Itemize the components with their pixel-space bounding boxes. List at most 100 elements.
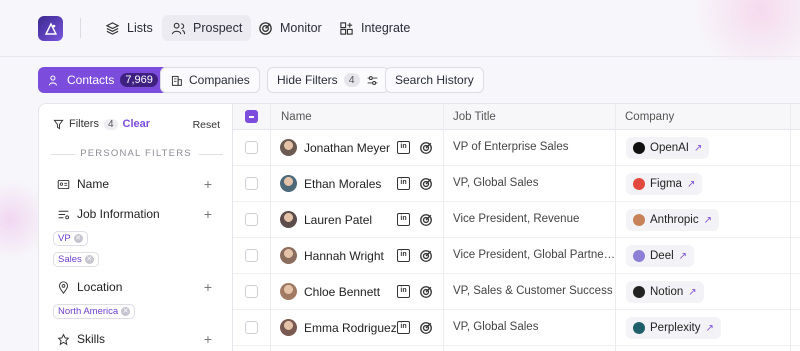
search-history-button[interactable]: Search History [385, 67, 484, 93]
external-link-icon[interactable]: ↗ [706, 323, 714, 334]
filter-chip[interactable]: Sales ✕ [53, 252, 99, 267]
row-checkbox[interactable] [245, 213, 258, 226]
filter-group-skills[interactable]: Skills [57, 332, 105, 346]
linkedin-icon[interactable]: in [397, 213, 410, 226]
column-header-job-title[interactable]: Job Title [453, 104, 496, 130]
pin-icon [58, 280, 69, 294]
nav-item-label: Integrate [361, 21, 411, 35]
filter-group-label: Skills [77, 332, 106, 346]
remove-chip-icon[interactable]: ✕ [121, 307, 131, 316]
list-icon [58, 210, 70, 219]
job-title: VP of Enterprise Sales [453, 141, 569, 153]
remove-chip-icon[interactable]: ✕ [84, 255, 94, 264]
row-checkbox[interactable] [245, 141, 258, 154]
avatar [280, 283, 297, 300]
company-name: Perplexity [650, 322, 701, 334]
stack-icon [105, 21, 120, 35]
select-all-checkbox[interactable] [245, 110, 258, 123]
column-header-name[interactable]: Name [281, 104, 312, 130]
company-logo-icon [633, 322, 645, 334]
company-name: OpenAI [650, 142, 689, 154]
add-filter-icon[interactable]: + [204, 176, 212, 192]
company-logo-icon [633, 178, 645, 190]
users-icon [171, 22, 186, 34]
remove-chip-icon[interactable]: ✕ [73, 234, 83, 243]
avatar [280, 319, 297, 336]
monitor-target-icon[interactable] [419, 249, 433, 263]
contacts-tab[interactable]: Contacts 7,969 [38, 67, 168, 93]
nav-item-monitor[interactable]: Monitor [249, 15, 331, 41]
company-name: Notion [650, 286, 684, 298]
search-history-label: Search History [395, 73, 474, 87]
filter-group-label: Job Information [77, 207, 160, 221]
target-icon [259, 21, 272, 35]
clear-filters-link[interactable]: Clear [123, 118, 151, 130]
monitor-target-icon[interactable] [419, 177, 433, 191]
filters-title: Filters [69, 118, 99, 130]
contact-name[interactable]: Ethan Morales [304, 177, 381, 191]
row-checkbox[interactable] [245, 321, 258, 334]
add-filter-icon[interactable]: + [204, 279, 212, 295]
external-link-icon[interactable]: ↗ [694, 143, 702, 154]
reset-button[interactable]: Reset [193, 119, 220, 131]
linkedin-icon[interactable]: in [397, 177, 410, 190]
filter-group-name[interactable]: Name [57, 177, 109, 191]
external-link-icon[interactable]: ↗ [687, 179, 695, 190]
external-link-icon[interactable]: ↗ [679, 251, 687, 262]
company-chip[interactable]: Figma ↗ [626, 173, 703, 195]
row-checkbox[interactable] [245, 285, 258, 298]
skills-icon [57, 333, 70, 345]
linkedin-icon[interactable]: in [397, 321, 410, 334]
filter-group-job-information[interactable]: Job Information [57, 207, 160, 221]
row-checkbox[interactable] [245, 177, 258, 190]
hide-filters-label: Hide Filters [277, 73, 338, 87]
linkedin-icon[interactable]: in [397, 285, 410, 298]
contact-name[interactable]: Jonathan Meyer [304, 141, 390, 155]
table-header [233, 104, 800, 130]
monitor-target-icon[interactable] [419, 141, 433, 155]
contact-name[interactable]: Hannah Wright [304, 249, 384, 263]
job-title: Vice President, Global Partne… [453, 249, 616, 261]
monitor-target-icon[interactable] [419, 321, 433, 335]
nav-item-prospect[interactable]: Prospect [162, 15, 252, 41]
contacts-count: 7,969 [120, 73, 158, 87]
companies-tab[interactable]: Companies [160, 67, 260, 93]
filter-group-location[interactable]: Location [57, 280, 122, 294]
filters-panel: Filters 4 Clear Reset PERSONAL FILTERS N… [38, 103, 232, 351]
contact-name[interactable]: Lauren Patel [304, 213, 372, 227]
external-link-icon[interactable]: ↗ [704, 215, 712, 226]
filter-group-label: Location [77, 280, 123, 294]
filter-chip[interactable]: VP ✕ [53, 231, 88, 246]
nav-item-integrate[interactable]: Integrate [330, 15, 419, 41]
app-logo[interactable] [38, 16, 63, 41]
hide-filters-button[interactable]: Hide Filters 4 [267, 67, 389, 93]
filters-count: 4 [103, 118, 118, 130]
users-icon [48, 75, 58, 86]
linkedin-icon[interactable]: in [397, 141, 410, 154]
contact-name[interactable]: Chloe Bennett [304, 285, 380, 299]
company-chip[interactable]: OpenAI ↗ [626, 137, 710, 159]
contact-name[interactable]: Emma Rodriguez [304, 321, 397, 335]
monitor-target-icon[interactable] [419, 213, 433, 227]
chip-label: North America [58, 306, 119, 317]
filter-icon [53, 119, 64, 130]
companies-label: Companies [189, 73, 250, 87]
company-chip[interactable]: Notion ↗ [626, 281, 704, 303]
column-header-company[interactable]: Company [625, 104, 674, 130]
monitor-target-icon[interactable] [419, 285, 433, 299]
avatar [280, 175, 297, 192]
add-filter-icon[interactable]: + [204, 206, 212, 222]
filter-chip[interactable]: North America ✕ [53, 304, 136, 319]
logo-icon [44, 21, 57, 35]
external-link-icon[interactable]: ↗ [688, 287, 696, 298]
linkedin-icon[interactable]: in [397, 249, 410, 262]
company-chip[interactable]: Anthropic ↗ [626, 209, 719, 231]
job-title: VP, Global Sales [453, 177, 539, 189]
company-chip[interactable]: Perplexity ↗ [626, 317, 721, 339]
row-checkbox[interactable] [245, 249, 258, 262]
nav-item-label: Prospect [193, 21, 243, 35]
nav-item-lists[interactable]: Lists [96, 15, 162, 41]
company-chip[interactable]: Deel ↗ [626, 245, 695, 267]
avatar [280, 211, 297, 228]
add-filter-icon[interactable]: + [204, 331, 212, 347]
